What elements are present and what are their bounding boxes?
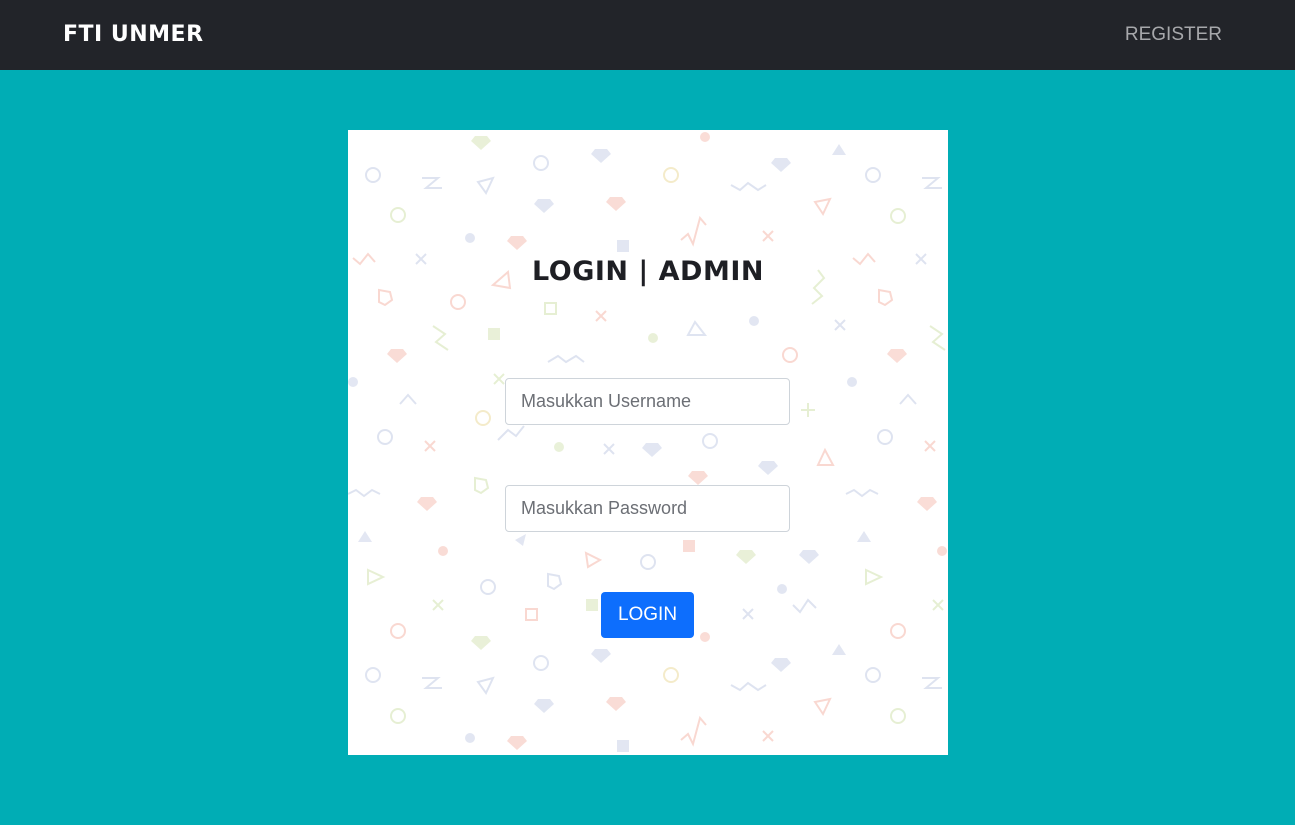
password-input[interactable] xyxy=(505,485,790,532)
top-navbar: FTI UNMER REGISTER xyxy=(0,0,1295,70)
brand-logo[interactable]: FTI UNMER xyxy=(63,20,204,50)
username-input[interactable] xyxy=(505,378,790,425)
confetti-pattern-background xyxy=(348,132,947,752)
login-card: LOGIN | ADMIN LOGIN xyxy=(348,130,948,755)
register-link[interactable]: REGISTER xyxy=(1125,22,1222,48)
login-title: LOGIN | ADMIN xyxy=(532,256,764,287)
login-button[interactable]: LOGIN xyxy=(601,592,694,638)
